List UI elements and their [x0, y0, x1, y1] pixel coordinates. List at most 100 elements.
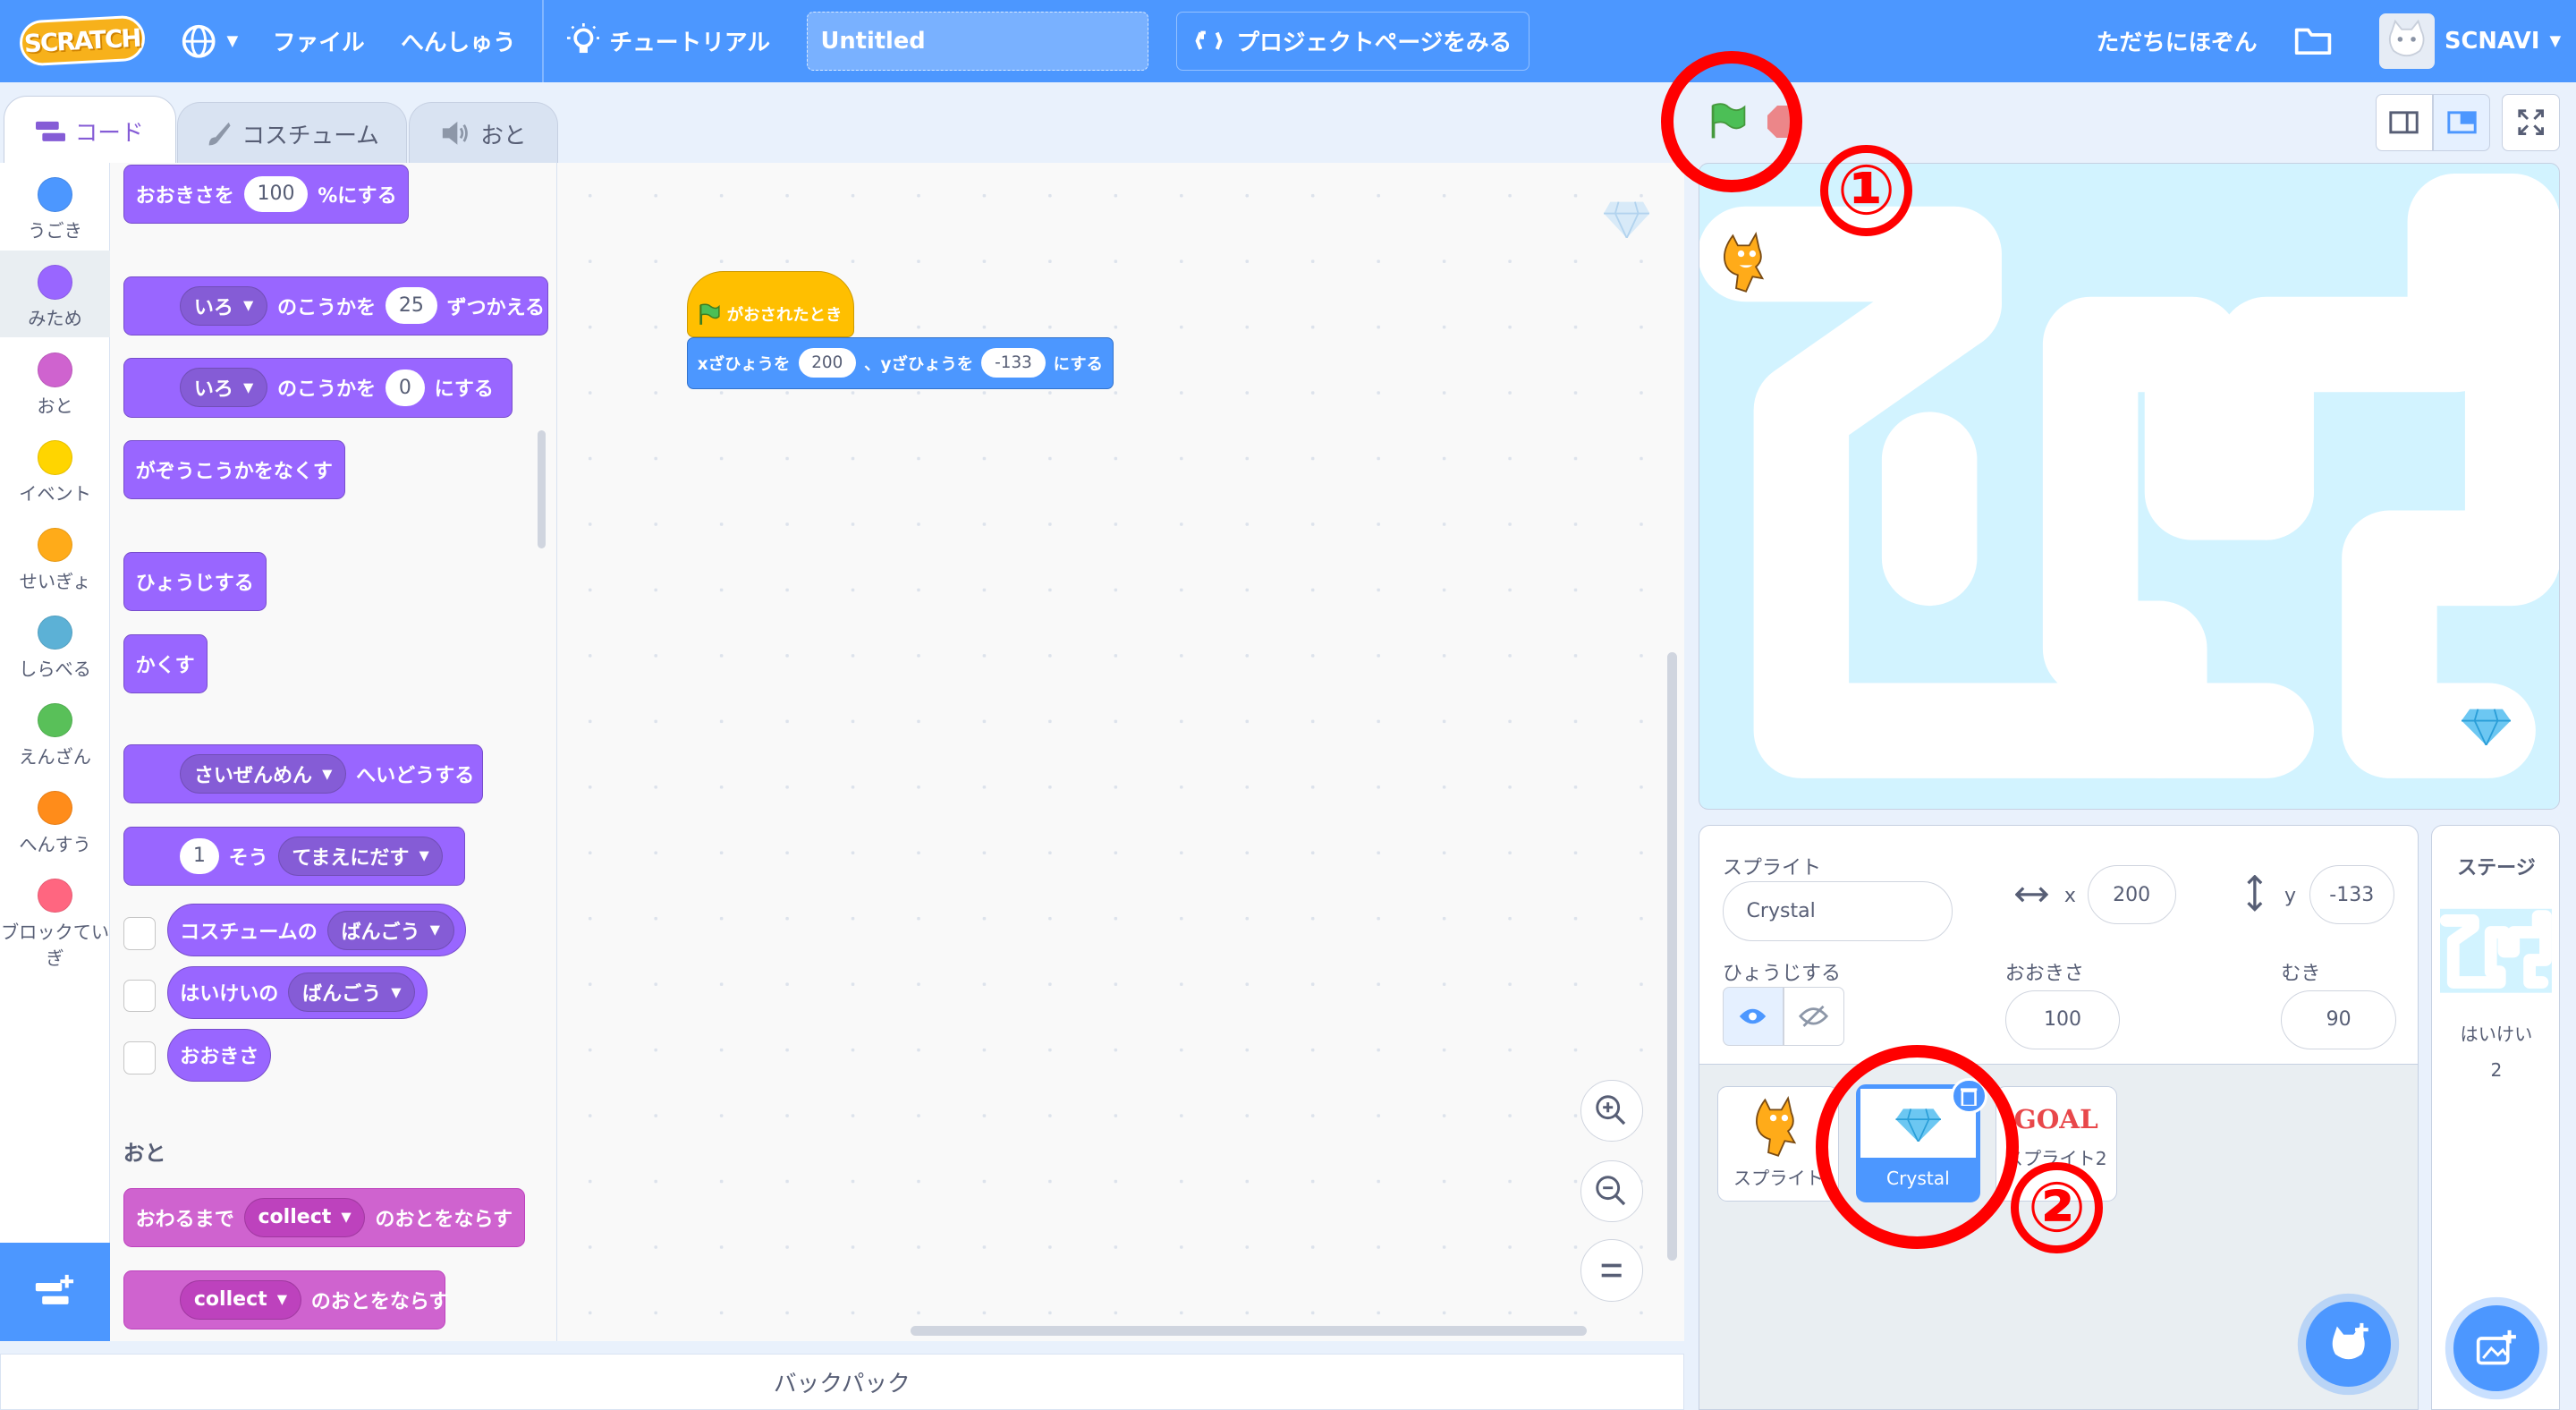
block-when-flag-clicked[interactable]: がおされたとき	[686, 271, 855, 337]
fullscreen-button[interactable]	[2502, 93, 2560, 151]
workspace-vertical-scrollbar[interactable]	[1667, 652, 1678, 1261]
costume-number-checkbox[interactable]	[123, 916, 157, 950]
save-now-button[interactable]: ただちにほぞん	[2097, 0, 2258, 82]
block-clear-effects[interactable]: がぞうこうかをなくす	[123, 440, 345, 500]
block-text: おおきさを	[135, 184, 234, 208]
choose-sprite-button[interactable]	[2305, 1301, 2392, 1388]
tab-code[interactable]: コード	[3, 95, 176, 166]
category-color-dot	[38, 878, 72, 913]
size-checkbox[interactable]	[123, 1041, 157, 1075]
block-go-to-layer[interactable]: さいぜんめん ▼ へいどうする	[123, 744, 483, 804]
hide-sprite-button[interactable]	[1783, 987, 1844, 1047]
block-size-reporter[interactable]: おおきさ	[167, 1028, 272, 1082]
block-text: のこうかを	[276, 296, 377, 319]
annotation-circle-flag	[1660, 50, 1802, 192]
block-backdrop-number[interactable]: はいけいの ばんごう ▼	[167, 965, 428, 1019]
block-go-layers[interactable]: 1 そう てまえにだす ▼	[123, 826, 465, 886]
block-go-to-xy[interactable]: xざひょうを 200 、yざひょうを -133 にする	[686, 336, 1114, 390]
block-set-size[interactable]: おおきさを 100 %にする	[123, 164, 410, 224]
size-input[interactable]: 100	[2004, 990, 2121, 1049]
annotation-number-one: ①	[1820, 144, 1912, 237]
category-2[interactable]: みため	[0, 250, 111, 338]
y-position-input[interactable]: -133	[2309, 865, 2395, 925]
chevron-down-icon: ▼	[419, 848, 429, 864]
block-play-sound-until-done[interactable]: おわるまで collect ▼ のおとをならす	[123, 1187, 525, 1248]
y-value-input[interactable]: -133	[981, 348, 1046, 378]
zoom-reset-button[interactable]	[1580, 1238, 1643, 1302]
file-menu[interactable]: ファイル	[273, 0, 365, 82]
block-hide[interactable]: かくす	[123, 633, 208, 694]
backpack[interactable]: バックパック	[0, 1354, 1684, 1410]
sound-dropdown[interactable]: collect ▼	[243, 1197, 366, 1238]
cat-sprite-on-stage	[1723, 232, 1764, 293]
choose-backdrop-button[interactable]	[2453, 1305, 2539, 1391]
zoom-in-button[interactable]	[1580, 1079, 1643, 1142]
category-1[interactable]: うごき	[0, 163, 110, 250]
layer-dropdown[interactable]: さいぜんめん ▼	[180, 754, 347, 794]
block-start-sound[interactable]: collect ▼ のおとをならす	[123, 1270, 449, 1329]
small-stage-button[interactable]	[2375, 93, 2434, 151]
number-name-dropdown[interactable]: ばんごう ▼	[326, 910, 454, 950]
my-stuff-button[interactable]	[2293, 0, 2333, 82]
x-position-input[interactable]: 200	[2087, 865, 2176, 925]
crystal-sprite-watermark-icon	[1603, 201, 1650, 239]
tab-costumes[interactable]: コスチューム	[177, 101, 408, 165]
tutorial-button[interactable]: チュートリアル	[566, 0, 770, 82]
direction-input[interactable]: 90	[2281, 990, 2396, 1049]
category-9[interactable]: ブロックていぎ	[0, 863, 110, 969]
script-workspace[interactable]: がおされたとき xざひょうを 200 、yざひょうを -133 にする	[556, 162, 1684, 1341]
stage-selector-panel[interactable]: ステージ はいけい 2	[2431, 825, 2560, 1410]
block-text: へいどうする	[356, 765, 475, 788]
block-text: のこうかを	[276, 378, 377, 402]
sprite-name-input[interactable]: Crystal	[1722, 881, 1953, 941]
language-menu[interactable]: ▼	[181, 0, 238, 82]
normal-stage-icon	[2447, 111, 2477, 134]
palette-scrollbar[interactable]	[537, 430, 546, 549]
sprite-info-panel: スプライト Crystal x 200 y -133 ひょうじする おおきさ 1…	[1699, 825, 2419, 1066]
tab-sounds[interactable]: おと	[409, 101, 559, 165]
category-3[interactable]: おと	[0, 338, 110, 425]
green-flag-icon	[699, 303, 720, 325]
effect-dropdown[interactable]: いろ ▼	[180, 285, 267, 326]
dropdown-value: いろ	[193, 378, 233, 402]
block-show[interactable]: ひょうじする	[123, 552, 267, 612]
category-6[interactable]: しらべる	[0, 600, 110, 687]
effect-value-input[interactable]: 25	[386, 287, 437, 324]
folder-icon	[2294, 28, 2332, 55]
block-text: にする	[434, 378, 494, 402]
project-title-input[interactable]: Untitled	[806, 11, 1148, 71]
category-7[interactable]: えんざん	[0, 688, 110, 775]
dropdown-value: さいぜんめん	[193, 765, 313, 788]
block-change-effect[interactable]: いろ ▼ のこうかを 25 ずつかえる	[123, 276, 549, 336]
category-8[interactable]: へんすう	[0, 776, 110, 862]
layers-value-input[interactable]: 1	[180, 837, 219, 875]
backdrop-number-checkbox[interactable]	[123, 979, 157, 1013]
see-project-page-button[interactable]: プロジェクトページをみる	[1176, 11, 1530, 71]
show-sprite-button[interactable]	[1722, 987, 1784, 1047]
effect-dropdown[interactable]: いろ ▼	[180, 368, 267, 408]
add-extension-button[interactable]	[0, 1242, 111, 1341]
size-value-input[interactable]: 100	[243, 175, 309, 212]
zoom-out-button[interactable]	[1580, 1159, 1643, 1223]
x-value-input[interactable]: 200	[798, 348, 856, 378]
edit-menu[interactable]: へんしゅう	[401, 0, 516, 82]
category-5[interactable]: せいぎょ	[0, 513, 110, 599]
sound-dropdown[interactable]: collect ▼	[180, 1279, 301, 1320]
workspace-horizontal-scrollbar[interactable]	[910, 1326, 1588, 1337]
account-menu[interactable]: SCNAVI ▼	[2378, 0, 2561, 82]
direction-dropdown[interactable]: てまえにだす ▼	[277, 836, 444, 876]
block-set-effect[interactable]: いろ ▼ のこうかを 0 にする	[123, 358, 513, 418]
effect-value-input[interactable]: 0	[386, 369, 425, 406]
backdrops-count: 2	[2490, 1058, 2503, 1081]
category-color-dot	[38, 352, 72, 387]
scratch-logo[interactable]: SCRATCH	[18, 14, 146, 68]
block-text: コスチュームの	[180, 921, 318, 944]
normal-stage-button[interactable]	[2433, 93, 2491, 151]
number-name-dropdown[interactable]: ばんごう ▼	[288, 973, 416, 1013]
block-costume-number[interactable]: コスチュームの ばんごう ▼	[167, 904, 467, 956]
stage-canvas[interactable]	[1699, 162, 2560, 811]
menu-divider	[542, 0, 544, 82]
category-4[interactable]: イベント	[0, 426, 110, 513]
block-palette: おおきさを 100 %にする いろ ▼ のこうかを 25 ずつかえる いろ ▼ のこ…	[110, 162, 557, 1341]
category-label: ブロックていぎ	[0, 921, 110, 969]
